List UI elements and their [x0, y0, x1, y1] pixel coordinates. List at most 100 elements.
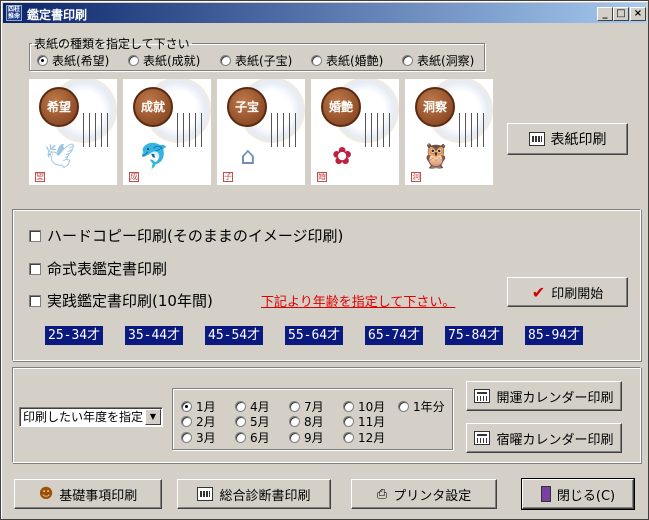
radio-indicator[interactable]: [235, 432, 246, 443]
dropdown-arrow-icon[interactable]: ▼: [145, 409, 161, 425]
basic-print-button[interactable]: ☻ 基礎事項印刷: [14, 479, 162, 509]
meishiki-check-box[interactable]: [29, 263, 41, 275]
cover-card-dolphin: 成就 🐬 成: [123, 79, 211, 185]
card-seal: 希望: [39, 87, 79, 127]
month-label: 8月: [304, 415, 324, 429]
cover-card-owl: 洞察 🦉 洞: [405, 79, 493, 185]
cover-option-2[interactable]: 表紙(成就): [128, 52, 200, 69]
print-preview-icon: [528, 132, 545, 146]
radio-indicator[interactable]: [128, 55, 139, 66]
radio-indicator[interactable]: [343, 432, 354, 443]
sogo-print-button[interactable]: 総合診断書印刷: [177, 479, 331, 509]
checkmark-icon: ✔: [531, 282, 546, 302]
month-label: 3月: [196, 431, 216, 445]
month-option-8[interactable]: 8月: [289, 413, 324, 430]
radio-indicator[interactable]: [181, 416, 192, 427]
cover-option-4[interactable]: 表紙(婚艶): [311, 52, 383, 69]
age-notice: 下記より年齢を指定して下さい。: [261, 295, 456, 310]
door-exit-icon: [540, 486, 551, 502]
month-option-6[interactable]: 2月: [181, 413, 216, 430]
house-icon: ⌂: [240, 142, 256, 170]
age-range-1[interactable]: 25-34才: [45, 326, 104, 345]
radio-indicator[interactable]: [181, 432, 192, 443]
cover-option-5[interactable]: 表紙(洞察): [402, 52, 474, 69]
cover-type-legend: 表紙の種類を指定して下さい: [34, 37, 190, 51]
radio-indicator[interactable]: [289, 416, 300, 427]
age-range-5[interactable]: 65-74才: [365, 326, 424, 345]
bird-icon: 🕊: [44, 142, 76, 170]
age-range-3[interactable]: 45-54才: [205, 326, 264, 345]
cover-option-label: 表紙(希望): [52, 54, 110, 68]
month-label: 5月: [250, 415, 270, 429]
cover-card-bird: 希望 🕊 望: [29, 79, 117, 185]
radio-indicator[interactable]: [181, 401, 192, 412]
radio-indicator[interactable]: [220, 55, 231, 66]
radio-indicator[interactable]: [37, 55, 48, 66]
cover-print-label: 表紙印刷: [550, 132, 607, 148]
hardcopy-check-box[interactable]: [29, 230, 41, 242]
card-text-lines: [365, 113, 393, 147]
print-start-label: 印刷開始: [551, 286, 604, 302]
card-tag: 成: [129, 172, 139, 182]
kaiun-calendar-label: 開運カレンダー印刷: [496, 390, 614, 406]
close-window-button[interactable]: ×: [630, 7, 646, 21]
month-option-10[interactable]: 3月: [181, 429, 216, 446]
meishiki-label: 命式表鑑定書印刷: [47, 260, 168, 278]
age-range-2[interactable]: 35-44才: [125, 326, 184, 345]
kaiun-calendar-button[interactable]: 開運カレンダー印刷: [466, 381, 622, 411]
year-select-value: 印刷したい年度を指定: [23, 410, 144, 424]
radio-indicator[interactable]: [235, 401, 246, 412]
card-text-lines: [83, 113, 111, 147]
month-label: 6月: [250, 431, 270, 445]
year-select[interactable]: 印刷したい年度を指定 ▼: [19, 407, 163, 427]
meishiki-checkbox[interactable]: 命式表鑑定書印刷: [29, 258, 167, 279]
radio-indicator[interactable]: [289, 401, 300, 412]
jissen-label: 実践鑑定書印刷(10年間): [47, 292, 213, 310]
shukuyo-calendar-label: 宿曜カレンダー印刷: [496, 432, 614, 448]
basic-print-label: 基礎事項印刷: [59, 488, 138, 504]
print-start-button[interactable]: ✔ 印刷開始: [507, 277, 628, 307]
card-seal: 洞察: [415, 87, 455, 127]
month-label: 11月: [358, 415, 386, 429]
month-option-13[interactable]: 12月: [343, 429, 385, 446]
month-label: 9月: [304, 431, 324, 445]
cover-card-house: 子宝 ⌂ 子: [217, 79, 305, 185]
month-option-12[interactable]: 9月: [289, 429, 324, 446]
month-option-5[interactable]: 1年分: [398, 398, 445, 415]
roses-icon: ✿: [331, 142, 353, 170]
radio-indicator[interactable]: [398, 401, 409, 412]
hardcopy-checkbox[interactable]: ハードコピー印刷(そのままのイメージ印刷): [29, 225, 343, 246]
cover-print-button[interactable]: 表紙印刷: [507, 123, 628, 155]
radio-indicator[interactable]: [289, 432, 300, 443]
maximize-button[interactable]: □: [613, 7, 629, 21]
radio-indicator[interactable]: [311, 55, 322, 66]
dolphin-icon: 🐬: [139, 142, 169, 170]
person-icon: ☻: [38, 486, 54, 502]
month-option-11[interactable]: 6月: [235, 429, 270, 446]
card-text-lines: [177, 113, 205, 147]
cover-option-label: 表紙(成就): [143, 54, 201, 68]
jissen-check-box[interactable]: [29, 295, 41, 307]
cover-option-3[interactable]: 表紙(子宝): [220, 52, 292, 69]
age-range-7[interactable]: 85-94才: [525, 326, 584, 345]
cover-option-label: 表紙(子宝): [235, 54, 293, 68]
age-range-6[interactable]: 75-84才: [445, 326, 504, 345]
month-label: 2月: [196, 415, 216, 429]
radio-indicator[interactable]: [402, 55, 413, 66]
card-tag: 婚: [317, 172, 327, 182]
printer-settings-button[interactable]: ⎙ プリンタ設定: [351, 479, 497, 509]
month-option-9[interactable]: 11月: [343, 413, 385, 430]
minimize-button[interactable]: _: [597, 7, 613, 21]
radio-indicator[interactable]: [235, 416, 246, 427]
age-range-4[interactable]: 55-64才: [285, 326, 344, 345]
shukuyo-calendar-button[interactable]: 宿曜カレンダー印刷: [466, 423, 622, 453]
close-button[interactable]: 閉じる(C): [521, 478, 635, 510]
radio-indicator[interactable]: [343, 401, 354, 412]
card-tag: 子: [223, 172, 233, 182]
month-option-7[interactable]: 5月: [235, 413, 270, 430]
jissen-checkbox[interactable]: 実践鑑定書印刷(10年間): [29, 290, 213, 311]
calendar-icon: [474, 389, 491, 403]
cover-option-1[interactable]: 表紙(希望): [37, 52, 109, 69]
month-label: 1月: [196, 400, 216, 414]
radio-indicator[interactable]: [343, 416, 354, 427]
